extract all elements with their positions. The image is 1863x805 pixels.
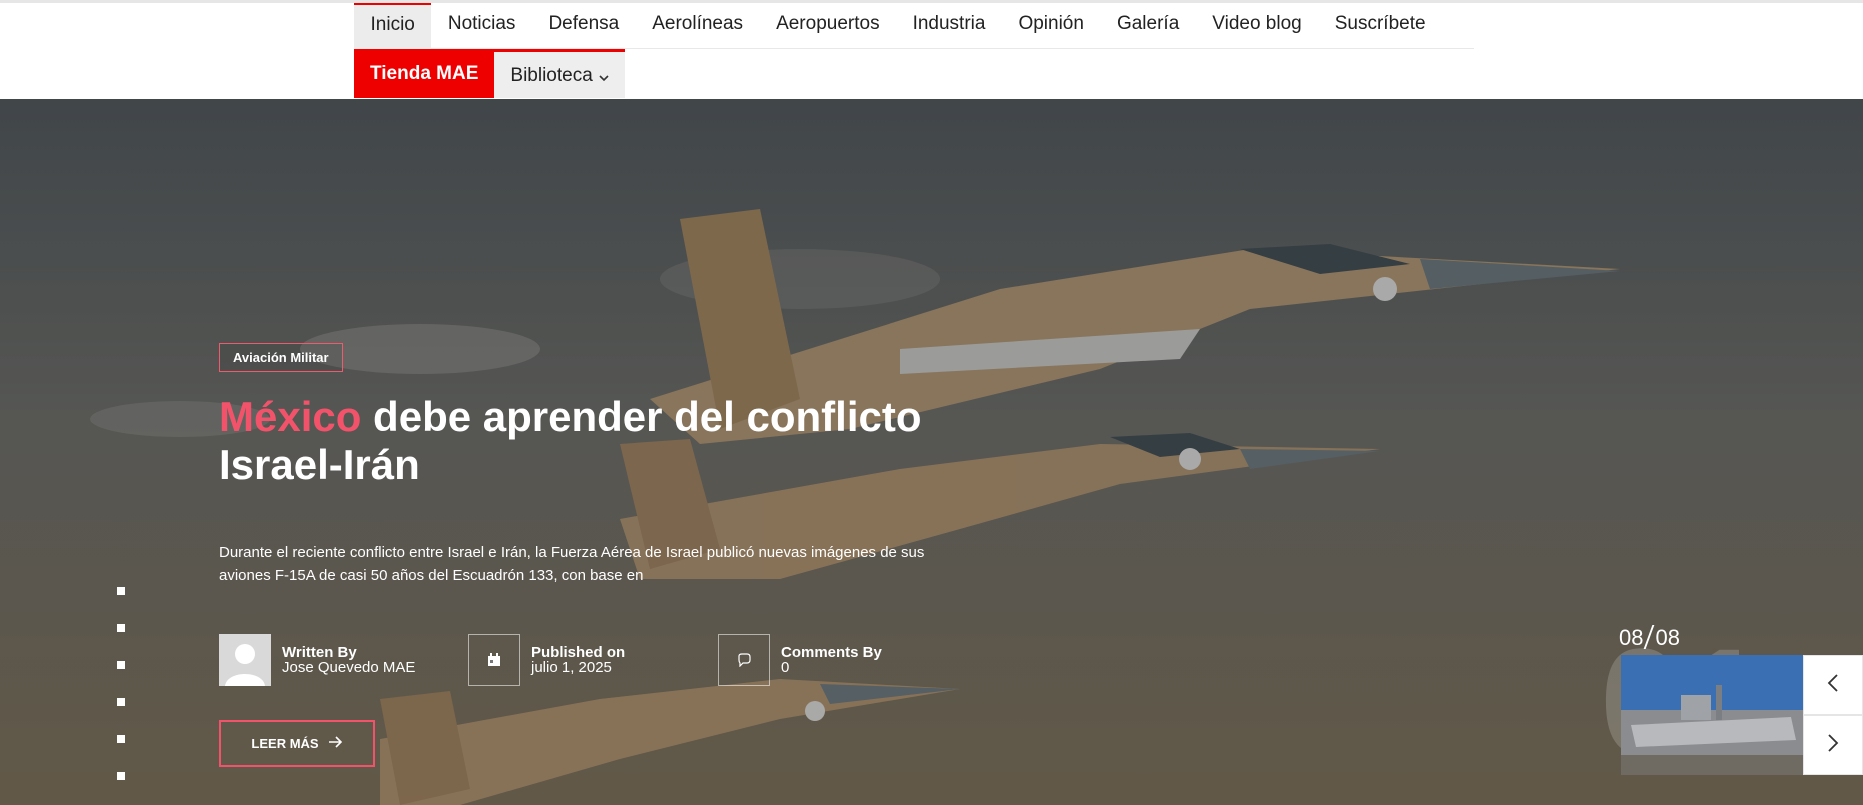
published-date: julio 1, 2025: [531, 659, 612, 676]
slide-counter: 08 08: [1619, 625, 1680, 651]
nav-item-biblioteca-label: Biblioteca: [510, 64, 593, 86]
published-meta: Published on julio 1, 2025: [468, 634, 625, 686]
counter-current: 08: [1619, 625, 1644, 650]
slide-dots: [117, 587, 125, 805]
counter-separator: [1644, 625, 1655, 649]
hero-slider: Aviación Militar México debe aprender de…: [0, 99, 1863, 805]
article-excerpt: Durante el reciente conflicto entre Isra…: [219, 544, 925, 584]
chevron-right-icon: [1827, 732, 1839, 758]
category-badge[interactable]: Aviación Militar: [219, 343, 343, 372]
nav-item-industria[interactable]: Industria: [896, 3, 1002, 49]
slide-dot[interactable]: [117, 661, 125, 669]
nav-secondary-row: Tienda MAE Biblioteca: [354, 49, 1474, 98]
chevron-left-icon: [1827, 672, 1839, 698]
author-meta: Written By Jose Quevedo MAE: [219, 634, 415, 686]
nav-item-galeria[interactable]: Galería: [1100, 3, 1195, 49]
nav-item-aerolineas[interactable]: Aerolíneas: [636, 3, 760, 49]
slide-dot[interactable]: [117, 698, 125, 706]
read-more-label: LEER MÁS: [251, 736, 319, 751]
nav-item-tienda-mae[interactable]: Tienda MAE: [354, 49, 495, 98]
author-text: Written By Jose Quevedo MAE: [282, 645, 415, 675]
nav-item-defensa[interactable]: Defensa: [532, 3, 636, 49]
read-more-button[interactable]: LEER MÁS: [219, 720, 375, 767]
slider-next-button[interactable]: [1803, 715, 1863, 775]
comments-meta: Comments By 0: [718, 634, 882, 686]
nav-item-biblioteca[interactable]: Biblioteca: [494, 49, 625, 99]
nav-item-inicio[interactable]: Inicio: [354, 3, 432, 49]
comments-count[interactable]: 0: [781, 659, 789, 676]
nav-primary-row: Inicio Noticias Defensa Aerolíneas Aerop…: [354, 3, 1474, 49]
title-highlight: México: [219, 393, 362, 440]
counter-total: 08: [1655, 625, 1680, 650]
nav-item-opinion[interactable]: Opinión: [1002, 3, 1101, 49]
calendar-icon: [468, 634, 520, 686]
article-title[interactable]: México debe aprender del conflicto Israe…: [219, 393, 979, 489]
slide-dot[interactable]: [117, 735, 125, 743]
author-name[interactable]: Jose Quevedo MAE: [282, 659, 415, 676]
comments-label: Comments By: [781, 644, 882, 661]
nav-item-aeropuertos[interactable]: Aeropuertos: [760, 3, 897, 49]
published-text: Published on julio 1, 2025: [531, 645, 625, 675]
chevron-down-icon: [599, 56, 609, 99]
avatar: [219, 634, 271, 686]
arrow-right-icon: [328, 736, 343, 751]
comments-text: Comments By 0: [781, 645, 882, 675]
slide-dot[interactable]: [117, 587, 125, 595]
slide-dot[interactable]: [117, 772, 125, 780]
author-label: Written By: [282, 644, 357, 661]
comment-icon: [718, 634, 770, 686]
next-slide-thumbnail[interactable]: [1621, 655, 1803, 775]
slide-dot[interactable]: [117, 624, 125, 632]
nav-item-noticias[interactable]: Noticias: [431, 3, 532, 49]
nav-item-suscribete[interactable]: Suscríbete: [1318, 3, 1442, 49]
published-label: Published on: [531, 644, 626, 661]
main-navigation: Inicio Noticias Defensa Aerolíneas Aerop…: [354, 3, 1474, 98]
slider-prev-button[interactable]: [1803, 655, 1863, 715]
nav-item-video-blog[interactable]: Video blog: [1196, 3, 1318, 49]
